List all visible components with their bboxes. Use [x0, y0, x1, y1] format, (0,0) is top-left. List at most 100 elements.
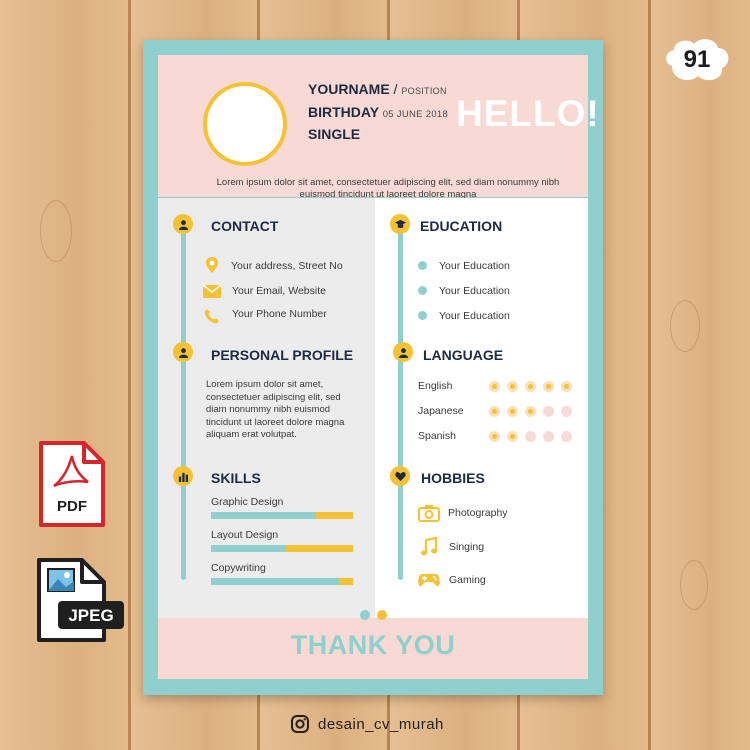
phone-icon: [203, 307, 221, 324]
language-rating-dot: [543, 431, 554, 442]
handle-text: desain_cv_murah: [318, 715, 444, 733]
language-rating-dot: [489, 406, 500, 417]
user-icon: [178, 219, 188, 230]
education-item: Your Education: [439, 285, 510, 297]
status-text: SINGLE: [308, 126, 361, 142]
language-rating-dot: [525, 431, 536, 442]
skill-bar-fill: [211, 512, 316, 519]
wood-plank: [651, 0, 750, 750]
education-bullet: [418, 286, 427, 295]
language-node: [393, 342, 413, 362]
language-rating-dot: [561, 431, 572, 442]
contact-email: Your Email, Website: [232, 285, 326, 297]
skill-bar-fill: [211, 545, 285, 552]
language-rating-dot: [507, 381, 518, 392]
gamepad-icon: [417, 572, 441, 588]
name-slash: /: [389, 81, 402, 97]
wood-knot: [680, 560, 708, 610]
pdf-file-icon: PDF: [38, 440, 106, 528]
wood-knot: [670, 300, 700, 352]
language-label: Spanish: [418, 430, 456, 442]
skill-bar-fill: [211, 578, 339, 585]
profile-text: Lorem ipsum dolor sit amet, consectetuer…: [206, 379, 366, 442]
language-rating-dot: [543, 381, 554, 392]
profile-line: tincidunt ut laoreet dolore magna: [206, 416, 345, 428]
user-icon: [178, 347, 188, 358]
contact-node: [173, 214, 193, 234]
greeting: HELLO!: [456, 93, 600, 134]
language-rating-dot: [507, 406, 518, 417]
photo-placeholder: [203, 82, 287, 166]
envelope-icon: [202, 284, 222, 301]
language-rating-dot: [561, 381, 572, 392]
education-item: Your Education: [439, 260, 510, 272]
skill-label: Graphic Design: [211, 496, 284, 508]
music-note-icon: [420, 536, 438, 556]
education-item: Your Education: [439, 310, 510, 322]
birthday-value: 05 JUNE 2018: [382, 109, 449, 120]
education-bullet: [418, 261, 427, 270]
cv-footer: THANK YOU: [158, 610, 588, 679]
number-badge: 91: [662, 36, 732, 84]
language-rating-dot: [525, 381, 536, 392]
language-rating-dot: [525, 406, 536, 417]
education-bullet: [418, 311, 427, 320]
profile-node: [173, 342, 193, 362]
bar-chart-icon: [178, 472, 188, 482]
profile-title: PERSONAL PROFILE: [211, 347, 354, 363]
skill-label: Layout Design: [211, 529, 279, 541]
contact-phone: Your Phone Number: [232, 308, 327, 320]
language-label: English: [418, 380, 453, 392]
skill-bar: [211, 545, 353, 552]
language-rating-dot: [489, 381, 500, 392]
wood-knot: [40, 200, 72, 262]
jpeg-label: JPEG: [68, 606, 114, 625]
cv-header: YOURNAME / POSITION BIRTHDAY 05 JUNE 201…: [158, 55, 599, 200]
location-pin-icon: [203, 256, 221, 273]
profile-line: consectetuer adipiscing elit, sed: [206, 391, 341, 403]
jpeg-file-icon: JPEG: [36, 557, 126, 643]
name-text: YOURNAME: [308, 81, 390, 97]
birthday-line: BIRTHDAY 05 JUNE 2018: [308, 104, 448, 120]
hobby-item: Photography: [448, 507, 508, 519]
skill-bar: [211, 578, 353, 585]
profile-line: Lorem ipsum dolor sit amet,: [206, 379, 324, 390]
profile-line: aliquam erat volutpat.: [206, 429, 297, 440]
hobby-item: Gaming: [449, 574, 486, 586]
skill-label: Copywriting: [211, 562, 266, 574]
badge-number: 91: [683, 46, 711, 73]
skills-node: [173, 466, 193, 486]
skills-title: SKILLS: [211, 470, 261, 486]
user-icon: [398, 347, 408, 358]
skill-bar: [211, 512, 353, 519]
language-title: LANGUAGE: [423, 347, 504, 363]
instagram-icon: [291, 715, 309, 733]
right-timeline: [398, 228, 403, 580]
birthday-label: BIRTHDAY: [308, 104, 379, 120]
intro-line: Lorem ipsum dolor sit amet, consectetuer…: [216, 177, 560, 188]
footer-dot: [377, 610, 387, 620]
name-line: YOURNAME / POSITION: [308, 81, 447, 97]
language-rating-dot: [507, 431, 518, 442]
hobbies-title: HOBBIES: [421, 470, 485, 486]
education-title: EDUCATION: [420, 218, 503, 234]
camera-icon: [418, 504, 440, 522]
thank-you-text: THANK YOU: [290, 630, 456, 660]
hobbies-node: [390, 466, 410, 486]
cv-sheet: YOURNAME / POSITION BIRTHDAY 05 JUNE 201…: [143, 40, 603, 695]
contact-title: CONTACT: [211, 218, 279, 234]
heart-icon: [394, 471, 406, 481]
social-handle[interactable]: desain_cv_murah: [290, 714, 444, 734]
hobby-item: Singing: [449, 541, 485, 553]
language-label: Japanese: [418, 405, 464, 417]
education-node: [390, 214, 410, 234]
pdf-label: PDF: [57, 498, 87, 515]
contact-address: Your address, Street No: [231, 260, 343, 272]
language-rating-dot: [561, 406, 572, 417]
language-rating-dot: [543, 406, 554, 417]
position-text: POSITION: [401, 86, 447, 96]
language-rating-dot: [489, 431, 500, 442]
left-timeline: [181, 228, 186, 580]
footer-dot: [360, 610, 370, 620]
graduation-cap-icon: [394, 219, 406, 228]
